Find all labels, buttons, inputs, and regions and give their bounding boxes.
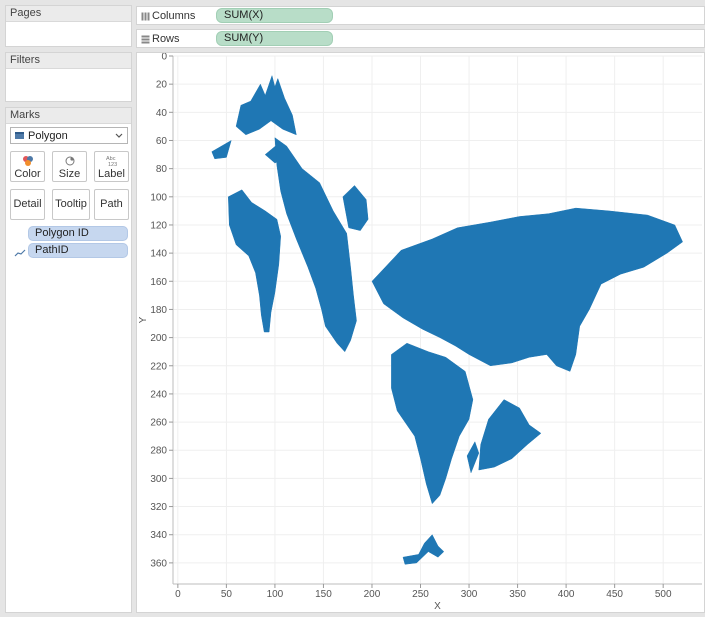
viz-area[interactable]: 0 50 100 150 200 250 300 350 400 450 500 0 20 40 60 80… [136, 52, 705, 613]
y-tick-label: 20 [156, 80, 168, 91]
polygon-id-pill[interactable]: Polygon ID [28, 226, 128, 241]
y-axis-ticks: 0 20 40 60 80 100 120 140 160 180 200 220 240 260 280 3… [150, 53, 173, 569]
y-tick-label: 300 [150, 474, 167, 485]
polygon-antarctica[interactable] [478, 399, 542, 471]
rows-shelf[interactable]: Rows SUM(Y) [136, 29, 705, 48]
tooltip-button[interactable]: Tooltip [52, 189, 90, 220]
columns-label: Columns [152, 10, 196, 22]
x-tick-label: 250 [412, 589, 429, 600]
color-palette-icon [22, 156, 33, 166]
polygon-chart[interactable]: 0 50 100 150 200 250 300 350 400 450 500 0 20 40 60 80… [137, 53, 704, 612]
y-tick-label: 80 [156, 164, 168, 175]
detail-button[interactable]: Detail [10, 189, 45, 220]
y-tick-label: 40 [156, 108, 168, 119]
y-tick-label: 260 [150, 418, 167, 429]
path-button-label: Path [100, 198, 123, 210]
size-icon [65, 156, 74, 166]
tooltip-button-label: Tooltip [55, 198, 87, 210]
polygon-eurasia[interactable] [371, 207, 683, 372]
x-tick-label: 200 [364, 589, 381, 600]
polygon-new-zealand[interactable] [211, 139, 232, 160]
rows-label: Rows [152, 33, 180, 45]
y-tick-label: 160 [150, 277, 167, 288]
x-tick-label: 450 [606, 589, 623, 600]
chevron-down-icon [115, 133, 123, 138]
y-tick-label: 60 [156, 136, 168, 147]
x-tick-label: 400 [558, 589, 575, 600]
mark-type-dropdown[interactable]: Polygon [10, 127, 128, 144]
label-button-label: Label [98, 168, 125, 180]
y-tick-label: 140 [150, 249, 167, 260]
x-tick-label: 350 [509, 589, 526, 600]
y-tick-label: 320 [150, 502, 167, 513]
x-tick-label: 150 [315, 589, 332, 600]
label-button[interactable]: Abc 123 Label [94, 151, 129, 182]
color-button[interactable]: Color [10, 151, 45, 182]
path-id-pill[interactable]: PathID [28, 243, 128, 258]
columns-icon [141, 12, 150, 21]
y-tick-label: 120 [150, 220, 167, 231]
y-tick-label: 240 [150, 389, 167, 400]
y-tick-label: 280 [150, 446, 167, 457]
marks-card: Marks Polygon Color Size Abc 123 Label D… [5, 107, 132, 613]
rows-icon [141, 35, 150, 44]
x-axis-title: X [434, 601, 441, 612]
x-tick-label: 0 [175, 589, 181, 600]
path-line-icon [14, 249, 26, 257]
y-tick-label: 180 [150, 305, 167, 316]
color-button-label: Color [14, 168, 41, 180]
polygon-tip-fragments[interactable] [402, 534, 445, 565]
y-tick-label: 0 [161, 53, 167, 63]
sum-y-pill[interactable]: SUM(Y) [216, 31, 333, 46]
columns-shelf[interactable]: Columns SUM(X) [136, 6, 705, 25]
x-tick-label: 500 [655, 589, 672, 600]
polygon-greenland[interactable] [342, 185, 369, 231]
y-tick-label: 220 [150, 361, 167, 372]
y-axis-title: Y [138, 316, 149, 323]
mark-type-value: Polygon [28, 130, 68, 142]
y-tick-label: 340 [150, 530, 167, 541]
y-tick-label: 360 [150, 558, 167, 569]
marks-title: Marks [6, 108, 131, 124]
y-tick-label: 200 [150, 333, 167, 344]
size-button[interactable]: Size [52, 151, 87, 182]
x-axis-ticks: 0 50 100 150 200 250 300 350 400 450 500 [175, 584, 672, 600]
pages-title: Pages [6, 6, 131, 22]
filters-title: Filters [6, 53, 131, 69]
x-tick-label: 100 [267, 589, 284, 600]
polygon-north-america[interactable] [274, 137, 357, 353]
path-button[interactable]: Path [94, 189, 129, 220]
polygon-africa[interactable] [391, 342, 474, 505]
polygon-south-america[interactable] [228, 189, 281, 333]
filters-card[interactable]: Filters [5, 52, 132, 102]
polygon-icon [15, 132, 24, 139]
sum-x-pill[interactable]: SUM(X) [216, 8, 333, 23]
size-button-label: Size [58, 168, 81, 180]
x-tick-label: 50 [221, 589, 233, 600]
detail-button-label: Detail [13, 198, 42, 210]
y-tick-label: 100 [150, 192, 167, 203]
polygon-marks[interactable] [211, 74, 683, 565]
x-tick-label: 300 [461, 589, 478, 600]
pages-card[interactable]: Pages [5, 5, 132, 47]
label-icon: Abc 123 [106, 156, 117, 168]
